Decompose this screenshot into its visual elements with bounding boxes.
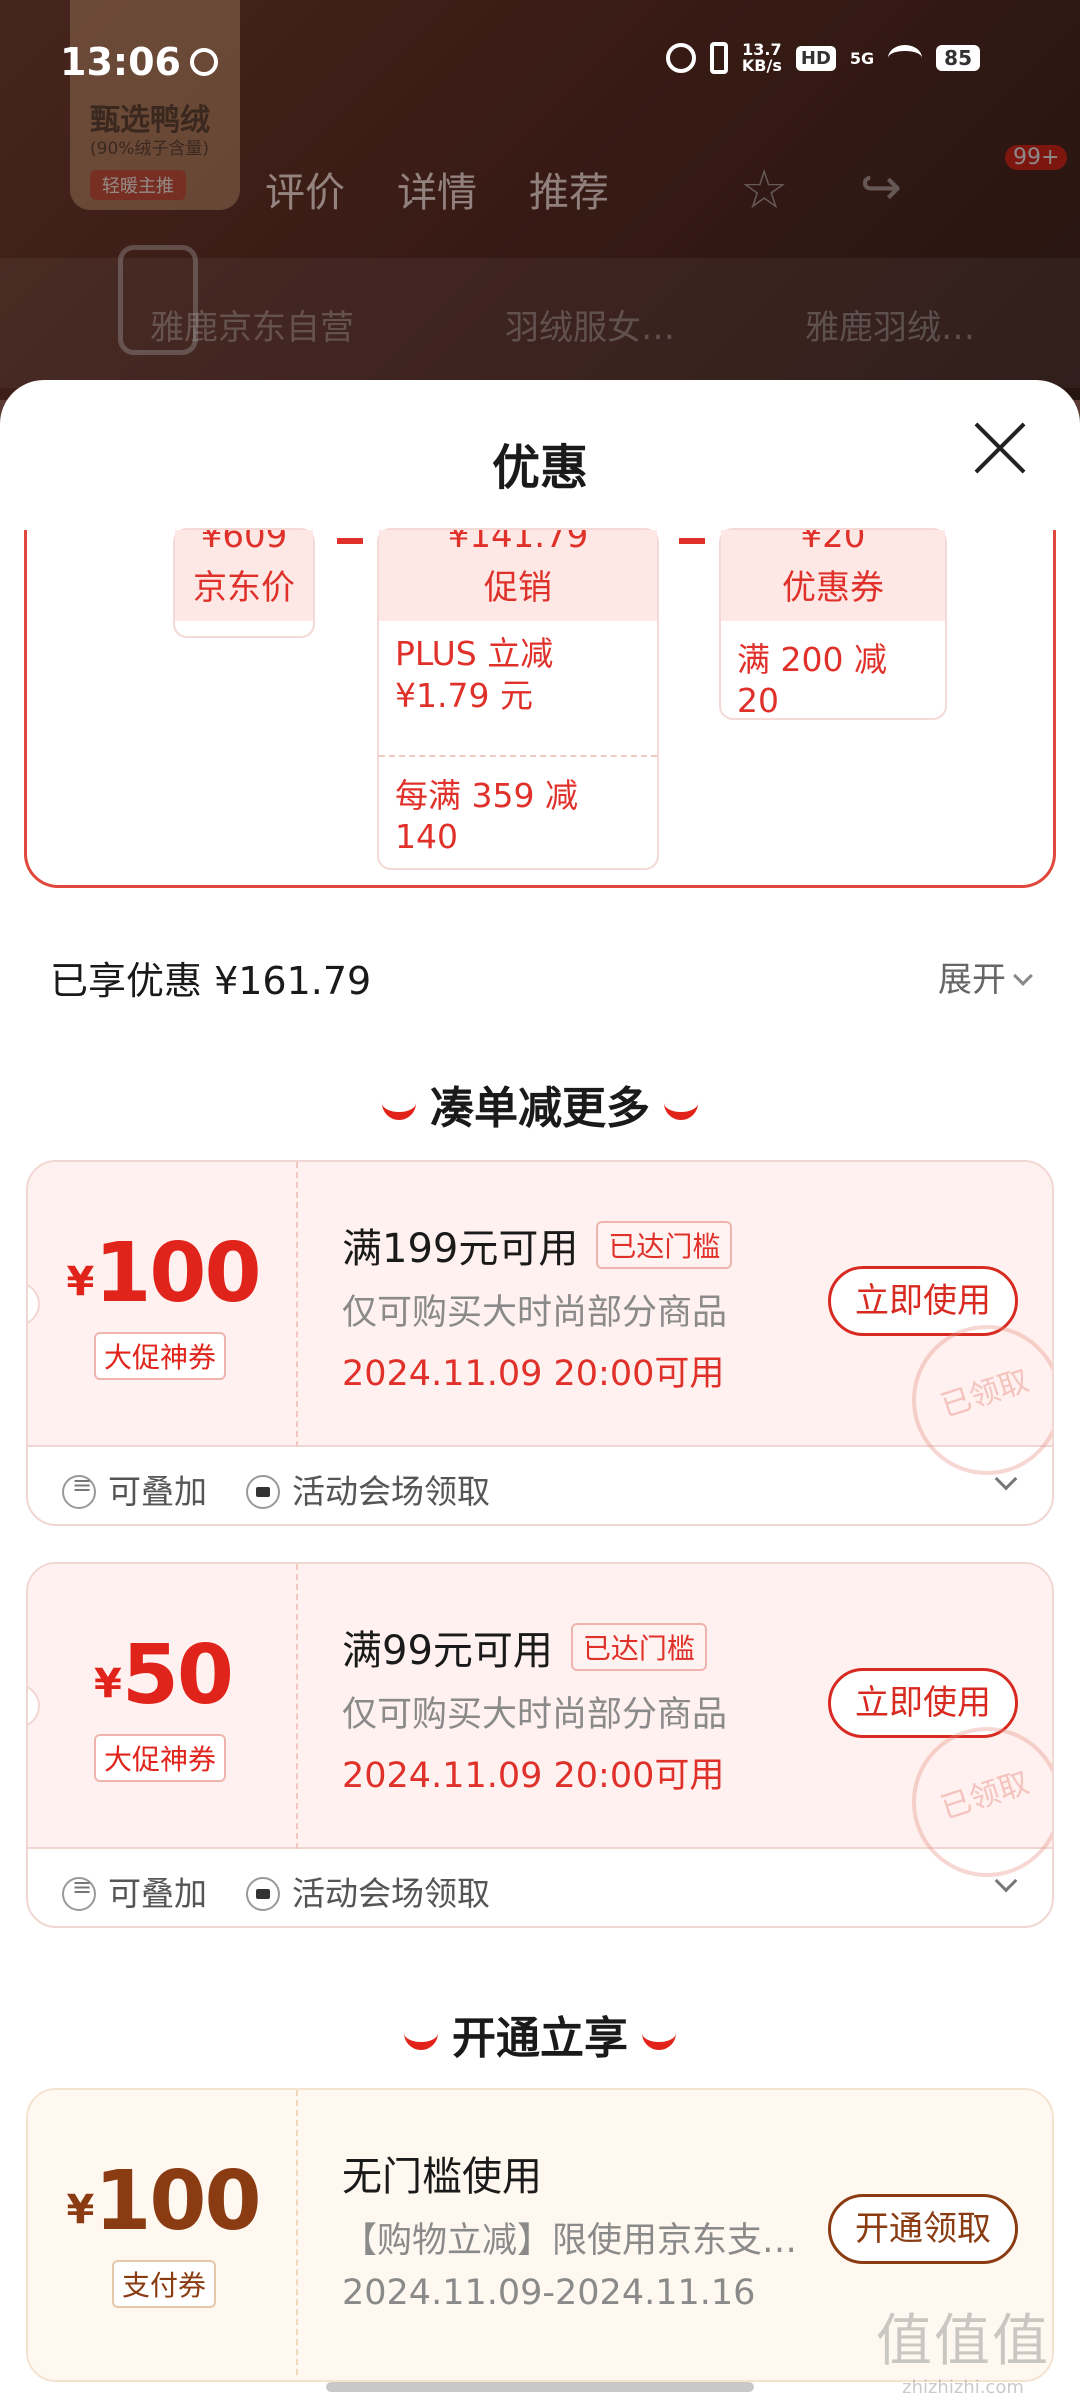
status-time: 13:06 <box>60 40 181 84</box>
jd-price-box: ¥609 京东价 <box>173 528 315 638</box>
sheet-title: 优惠 <box>491 440 588 496</box>
coupon-time: 2024.11.09 20:00可用 <box>342 1756 725 1796</box>
coupon-type-badge: 大促神券 <box>94 1332 227 1380</box>
product-tabs: 评价 详情 推荐 <box>265 160 609 218</box>
coupon-condition: 满199元可用 已达门槛 <box>342 1216 733 1274</box>
coupon-amount: ¥50 <box>94 1628 234 1723</box>
stackable-tag: 可叠加 <box>62 1465 207 1513</box>
minus-icon <box>679 538 705 544</box>
venue-icon <box>246 1877 280 1911</box>
coupon-value: ¥50 大促神券 <box>28 1564 298 1849</box>
coupon-label: 优惠券 <box>721 552 945 621</box>
threshold-reached-badge: 已达门槛 <box>570 1623 707 1671</box>
source-tag: 活动会场领取 <box>246 1465 490 1513</box>
coupon-line: 满 200 减 20 <box>737 640 887 720</box>
promotion-amount: ¥141.79 <box>379 530 657 552</box>
promotion-label: 促销 <box>379 552 657 621</box>
coupon-time: 2024.11.09 20:00可用 <box>342 1354 725 1394</box>
coupon-amount: ¥20 <box>721 530 945 552</box>
coupon-amount: ¥100 <box>66 1226 261 1321</box>
tab-reviews[interactable]: 评价 <box>265 160 345 218</box>
stackable-tag: 可叠加 <box>62 1867 207 1915</box>
status-icons: 13.7 KB/s HD 5G 85 <box>665 40 980 75</box>
price-breakdown: ¥609 京东价 ¥141.79 促销 PLUS 立减 ¥1.79 元 每满 3… <box>24 528 1056 888</box>
battery-icon: 85 <box>936 45 980 71</box>
vibrate-icon <box>709 42 728 74</box>
jd-price-label: 京东价 <box>175 552 313 621</box>
chevron-down-icon <box>1013 966 1033 986</box>
smile-icon <box>404 2032 438 2050</box>
coupon-card: ¥50 大促神券 满99元可用 已达门槛 仅可购买大时尚部分商品 2024.11.… <box>26 1562 1054 1928</box>
coupon-amount: ¥100 <box>66 2154 261 2249</box>
promotion-plus-line: PLUS 立减 ¥1.79 元 <box>395 634 554 715</box>
coupon-footer[interactable]: 可叠加 活动会场领取 <box>28 1447 1052 1524</box>
promotion-box: ¥141.79 促销 PLUS 立减 ¥1.79 元 每满 359 减 140 <box>377 528 659 870</box>
coupon-time: 2024.11.09-2024.11.16 <box>342 2273 756 2313</box>
stack-icon <box>62 1873 96 1911</box>
watermark: 值值值 zhizhizhi.com <box>876 2309 1050 2398</box>
status-bar: 13:06 13.7 KB/s HD 5G 85 <box>0 30 1080 100</box>
minus-icon <box>337 538 363 544</box>
coupon-type-badge: 支付券 <box>112 2260 217 2308</box>
tab-recommend[interactable]: 推荐 <box>529 160 609 218</box>
smile-icon <box>664 1102 698 1120</box>
wifi-icon <box>888 45 923 71</box>
coupon-card: ¥100 大促神券 满199元可用 已达门槛 仅可购买大时尚部分商品 2024.1… <box>26 1160 1054 1526</box>
enjoyed-discount: 已享优惠 ¥161.79 <box>50 959 372 1003</box>
section-title-membership: 开通立享 <box>0 2002 1080 2066</box>
app-indicator-icon <box>190 48 218 76</box>
expand-button[interactable]: 展开 <box>938 952 1033 1001</box>
discount-sheet: 优惠 ¥609 京东价 ¥141.79 促销 PLUS 立减 ¥1.79 元 每… <box>0 380 1080 2408</box>
coupon-condition: 满99元可用 已达门槛 <box>342 1618 707 1676</box>
coupon-scope: 仅可购买大时尚部分商品 <box>342 1293 728 1333</box>
coupon-box: ¥20 优惠券 满 200 减 20 <box>719 528 947 720</box>
promotion-tier-line: 每满 359 减 140 <box>379 755 657 868</box>
home-indicator[interactable] <box>326 2382 754 2392</box>
activate-claim-button[interactable]: 开通领取 <box>828 2194 1018 2264</box>
chevron-down-icon[interactable] <box>994 1869 1018 1893</box>
tab-details[interactable]: 详情 <box>397 160 477 218</box>
expand-label: 展开 <box>938 960 1006 1000</box>
source-tag: 活动会场领取 <box>246 1867 490 1915</box>
coupon-footer[interactable]: 可叠加 活动会场领取 <box>28 1849 1052 1926</box>
smile-icon <box>382 1102 416 1120</box>
chevron-down-icon[interactable] <box>994 1467 1018 1491</box>
coupon-type-badge: 大促神券 <box>94 1734 227 1782</box>
threshold-reached-badge: 已达门槛 <box>596 1221 733 1269</box>
stack-icon <box>62 1471 96 1509</box>
signal-5g-icon: 5G <box>849 48 875 68</box>
coupon-main: ¥50 大促神券 满99元可用 已达门槛 仅可购买大时尚部分商品 2024.11.… <box>28 1564 1052 1897</box>
coupon-scope: 【购物立减】限使用京东支… <box>342 2221 798 2261</box>
venue-icon <box>246 1475 280 1509</box>
coupon-value: ¥100 大促神券 <box>28 1162 298 1447</box>
coupon-main: ¥100 大促神券 满199元可用 已达门槛 仅可购买大时尚部分商品 2024.1… <box>28 1162 1052 1495</box>
coupon-scope: 仅可购买大时尚部分商品 <box>342 1695 728 1735</box>
coupon-value: ¥100 支付券 <box>28 2090 298 2375</box>
coupon-condition: 无门槛使用 <box>342 2154 542 2200</box>
network-speed: 13.7 KB/s <box>741 40 782 75</box>
smile-icon <box>642 2032 676 2050</box>
section-title-more: 凑单减更多 <box>0 1072 1080 1136</box>
jd-price-amount: ¥609 <box>175 530 313 552</box>
close-icon[interactable] <box>970 418 1030 478</box>
alarm-icon <box>665 43 696 73</box>
hd-icon: HD <box>795 45 836 71</box>
